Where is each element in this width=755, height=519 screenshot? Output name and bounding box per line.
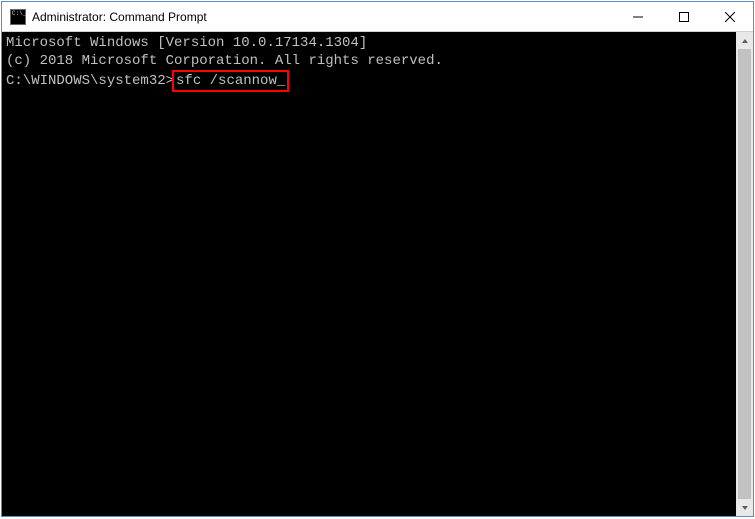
scroll-down-button[interactable]	[736, 499, 753, 516]
maximize-icon	[679, 12, 689, 22]
terminal-line: Microsoft Windows [Version 10.0.17134.13…	[6, 34, 732, 52]
scroll-up-button[interactable]	[736, 32, 753, 49]
terminal-area: Microsoft Windows [Version 10.0.17134.13…	[2, 32, 753, 516]
titlebar[interactable]: Administrator: Command Prompt	[2, 2, 753, 32]
cursor: _	[277, 72, 285, 90]
scroll-thumb[interactable]	[738, 49, 751, 499]
vertical-scrollbar[interactable]	[736, 32, 753, 516]
command-text: sfc /scannow	[176, 73, 277, 89]
chevron-down-icon	[741, 504, 749, 512]
terminal-line: (c) 2018 Microsoft Corporation. All righ…	[6, 52, 732, 70]
close-button[interactable]	[707, 2, 753, 31]
terminal-content[interactable]: Microsoft Windows [Version 10.0.17134.13…	[2, 32, 736, 516]
minimize-icon	[633, 12, 643, 22]
terminal-prompt-line: C:\WINDOWS\system32>sfc /scannow_	[6, 70, 732, 92]
cmd-icon	[10, 9, 26, 25]
minimize-button[interactable]	[615, 2, 661, 31]
window-controls	[615, 2, 753, 31]
command-highlight: sfc /scannow_	[172, 70, 289, 92]
scroll-track[interactable]	[736, 49, 753, 499]
close-icon	[725, 12, 735, 22]
prompt-text: C:\WINDOWS\system32>	[6, 73, 174, 89]
chevron-up-icon	[741, 37, 749, 45]
command-prompt-window: Administrator: Command Prompt Microsoft …	[1, 1, 754, 517]
window-title: Administrator: Command Prompt	[32, 10, 615, 24]
maximize-button[interactable]	[661, 2, 707, 31]
